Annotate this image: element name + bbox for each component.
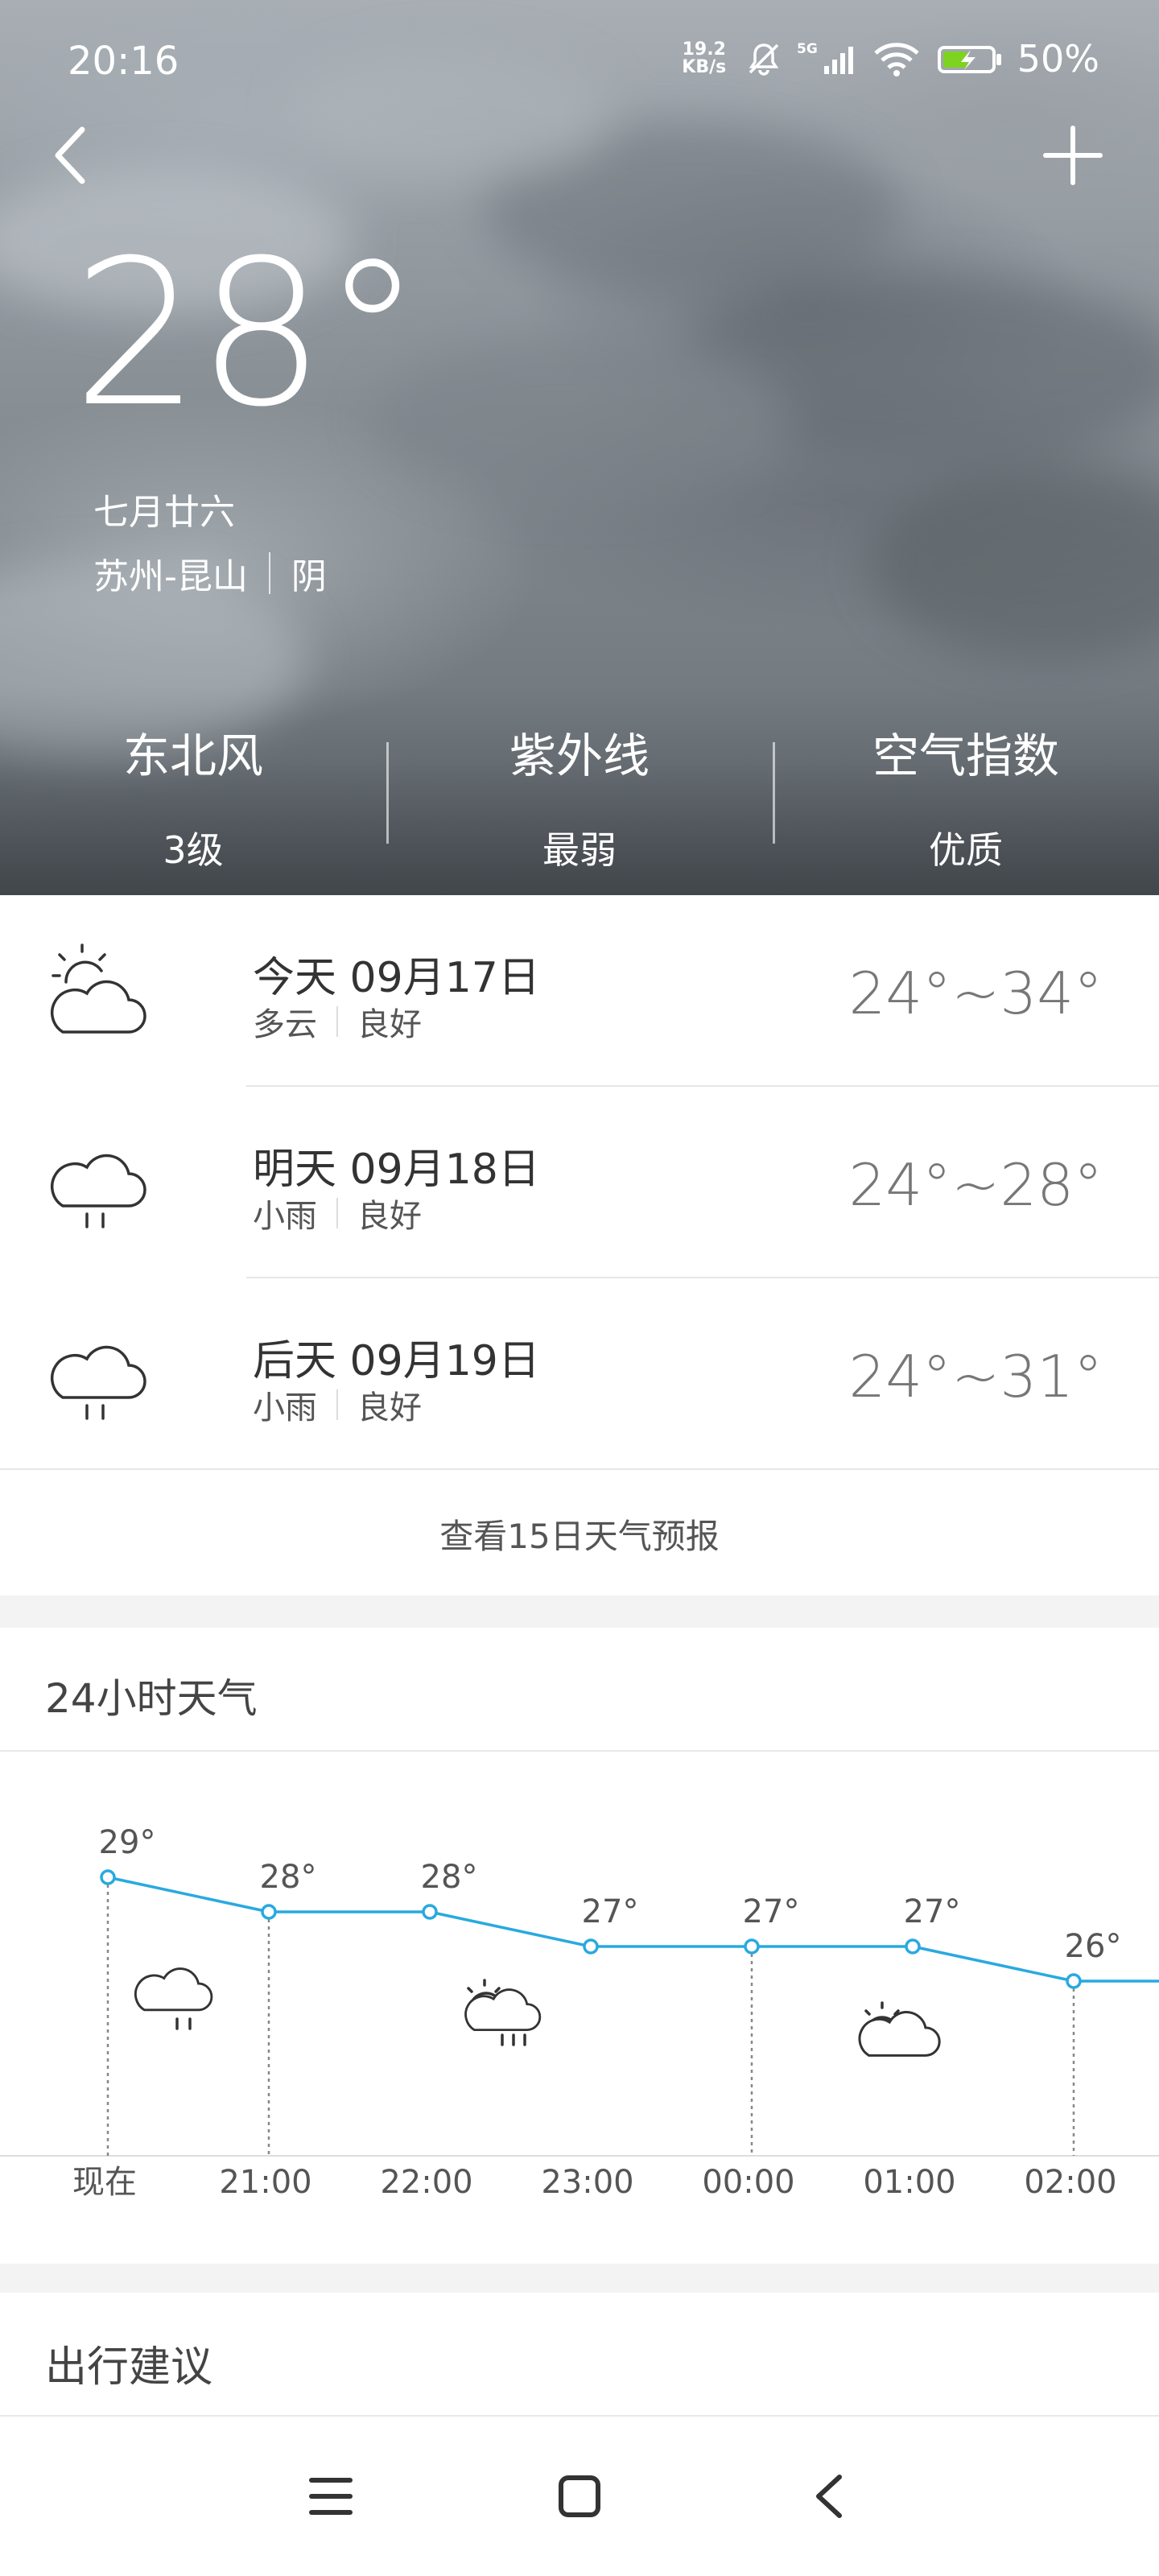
battery-percent: 50% bbox=[1017, 37, 1099, 80]
divider bbox=[336, 1198, 338, 1228]
time-label: 01:00 bbox=[863, 2164, 955, 2201]
forecast-air: 良好 bbox=[357, 1198, 422, 1235]
divider bbox=[386, 742, 389, 844]
stat-value: 3级 bbox=[163, 828, 224, 872]
weather-hero: 20:16 19.2 KB/s 5G 50% 28° 七月廿六 苏州-昆山 阴 … bbox=[0, 0, 1159, 895]
temperature-label: 26° bbox=[1065, 1928, 1122, 1965]
hourly-header: 24小时天气 bbox=[0, 1628, 1159, 1752]
temperature-point bbox=[744, 1938, 760, 1955]
forecast-air: 良好 bbox=[357, 1006, 422, 1043]
temperature-label: 27° bbox=[743, 1893, 800, 1930]
stat-value: 优质 bbox=[929, 828, 1003, 872]
back-button[interactable] bbox=[42, 119, 98, 192]
light-rain-icon bbox=[50, 1154, 146, 1228]
stat-air-index[interactable]: 空气指数 优质 bbox=[773, 708, 1159, 872]
stat-title: 紫外线 bbox=[509, 729, 650, 783]
section-gap bbox=[0, 2264, 1159, 2293]
time-label: 现在 bbox=[72, 2164, 137, 2201]
add-city-button[interactable] bbox=[1037, 119, 1109, 192]
status-time: 20:16 bbox=[68, 39, 179, 84]
temperature-point bbox=[100, 1869, 116, 1885]
time-label: 00:00 bbox=[702, 2164, 794, 2201]
menu-icon bbox=[309, 2478, 353, 2515]
time-label: 21:00 bbox=[219, 2164, 311, 2201]
plus-icon bbox=[1043, 126, 1103, 185]
stat-title: 空气指数 bbox=[872, 729, 1059, 783]
forecast-list: 今天 09月17日 多云 良好 24°~34° 明天 09月18日 小雨 良好 … bbox=[0, 895, 1159, 1470]
advice-header: 出行建议 bbox=[0, 2293, 1159, 2417]
system-nav-bar bbox=[0, 2417, 1159, 2576]
temperature-point bbox=[583, 1938, 599, 1955]
stat-value: 最弱 bbox=[542, 828, 617, 872]
divider bbox=[773, 742, 775, 844]
status-bar: 20:16 19.2 KB/s 5G 50% bbox=[0, 0, 1159, 121]
stat-uv[interactable]: 紫外线 最弱 bbox=[386, 708, 773, 872]
location-line: 苏州-昆山 阴 bbox=[93, 547, 327, 599]
divider bbox=[268, 552, 270, 594]
svg-text:5G: 5G bbox=[797, 41, 818, 57]
divider bbox=[336, 1006, 338, 1037]
forecast-range: 24°~28° bbox=[848, 1151, 1103, 1219]
wifi-icon bbox=[871, 39, 924, 79]
back-nav-button[interactable] bbox=[784, 2452, 872, 2541]
forecast-date: 明天 09月18日 bbox=[253, 1146, 540, 1194]
stat-wind[interactable]: 东北风 3级 bbox=[0, 708, 386, 872]
current-temperature: 28° bbox=[72, 217, 423, 451]
signal-5g-icon: 5G bbox=[797, 39, 858, 79]
hourly-chart-svg: 29° 现在 28° 21:00 28° 22:00 27° 23:00 27° 00:00 27°… bbox=[0, 1824, 1159, 2201]
temperature-label: 28° bbox=[260, 1859, 317, 1896]
forecast-date: 今天 09月17日 bbox=[253, 954, 540, 1002]
chevron-left-icon bbox=[55, 126, 85, 184]
hourly-chart[interactable]: 29° 现在 28° 21:00 28° 22:00 27° 23:00 27° 00:00 27°… bbox=[0, 1752, 1159, 2264]
section-gap bbox=[0, 1596, 1159, 1628]
partly-cloudy-icon bbox=[50, 943, 146, 1034]
stat-title: 东北风 bbox=[122, 729, 263, 783]
forecast-date: 后天 09月19日 bbox=[253, 1337, 540, 1385]
temperature-point bbox=[422, 1904, 438, 1920]
time-label: 22:00 bbox=[380, 2164, 472, 2201]
temperature-point bbox=[1066, 1973, 1082, 1989]
mute-bell-icon bbox=[744, 39, 784, 79]
view-15-day-forecast-link[interactable]: 查看15日天气预报 bbox=[0, 1472, 1159, 1596]
time-label: 02:00 bbox=[1024, 2164, 1116, 2201]
temperature-label: 29° bbox=[99, 1824, 156, 1861]
partly-cloudy-icon bbox=[858, 2001, 941, 2057]
home-icon bbox=[559, 2475, 600, 2517]
weather-stats: 东北风 3级 紫外线 最弱 空气指数 优质 bbox=[0, 708, 1159, 872]
forecast-range: 24°~34° bbox=[848, 960, 1103, 1027]
temperature-label: 28° bbox=[421, 1859, 478, 1896]
forecast-condition: 小雨 bbox=[253, 1389, 317, 1426]
menu-button[interactable] bbox=[287, 2452, 375, 2541]
battery-charging-icon bbox=[937, 39, 1004, 79]
temperature-label: 27° bbox=[582, 1893, 639, 1930]
forecast-condition: 多云 bbox=[253, 1006, 317, 1043]
home-button[interactable] bbox=[535, 2452, 624, 2541]
location-name[interactable]: 苏州-昆山 bbox=[93, 547, 248, 599]
light-rain-icon bbox=[50, 1345, 146, 1420]
sun-rain-icon bbox=[464, 1979, 542, 2046]
light-rain-icon bbox=[134, 1967, 213, 2030]
divider bbox=[0, 1468, 1159, 1470]
forecast-range: 24°~31° bbox=[848, 1343, 1103, 1410]
temperature-point bbox=[261, 1904, 277, 1920]
forecast-row-tomorrow[interactable]: 明天 09月18日 小雨 良好 24°~28° bbox=[0, 1087, 1159, 1278]
current-condition: 阴 bbox=[291, 556, 327, 597]
time-label: 23:00 bbox=[541, 2164, 633, 2201]
temperature-label: 27° bbox=[904, 1893, 961, 1930]
net-speed: 19.2 KB/s bbox=[682, 39, 727, 77]
forecast-row-today[interactable]: 今天 09月17日 多云 良好 24°~34° bbox=[0, 895, 1159, 1087]
forecast-row-day-after[interactable]: 后天 09月19日 小雨 良好 24°~31° bbox=[0, 1278, 1159, 1470]
back-icon bbox=[816, 2475, 842, 2518]
forecast-air: 良好 bbox=[357, 1389, 422, 1426]
lunar-date: 七月廿六 bbox=[93, 492, 235, 533]
temperature-point bbox=[905, 1938, 921, 1955]
hourly-title: 24小时天气 bbox=[45, 1675, 258, 1722]
advice-title: 出行建议 bbox=[45, 2343, 213, 2392]
forecast-condition: 小雨 bbox=[253, 1198, 317, 1235]
divider bbox=[336, 1389, 338, 1420]
